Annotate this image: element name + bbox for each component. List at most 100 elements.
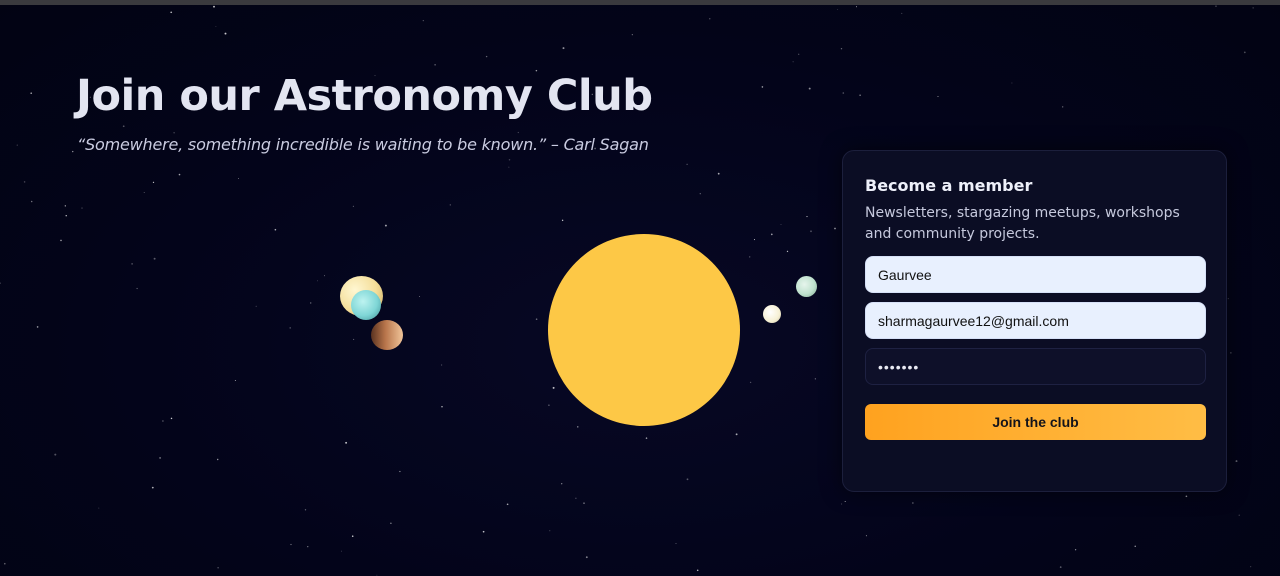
star (1250, 566, 1252, 568)
star (122, 125, 125, 128)
star (159, 456, 162, 459)
star (859, 94, 861, 96)
star (675, 543, 677, 544)
star (696, 569, 699, 572)
solar-system-animation (320, 220, 840, 440)
star (143, 191, 145, 193)
star (274, 228, 277, 231)
star (224, 32, 227, 35)
star (806, 216, 808, 218)
star (1185, 495, 1188, 498)
star (631, 34, 633, 36)
password-input[interactable] (865, 348, 1206, 385)
star (686, 478, 689, 481)
star (699, 193, 701, 195)
sun (548, 234, 740, 426)
star (289, 327, 291, 329)
star (341, 550, 342, 552)
star (213, 5, 215, 8)
star (709, 18, 711, 20)
name-input[interactable] (865, 256, 1206, 293)
star (485, 55, 488, 58)
star (238, 178, 239, 180)
star (64, 205, 66, 207)
star (901, 12, 903, 14)
star (36, 326, 39, 328)
star (508, 158, 511, 161)
email-input[interactable] (865, 302, 1206, 339)
star (844, 500, 846, 503)
star (399, 470, 401, 473)
star (808, 87, 811, 90)
star (562, 47, 565, 50)
star (1059, 566, 1062, 568)
star (65, 215, 67, 217)
star (173, 132, 175, 134)
star (1230, 352, 1232, 354)
star (912, 502, 914, 504)
star (1238, 514, 1240, 516)
star (717, 172, 720, 175)
star (837, 8, 839, 10)
star (170, 11, 173, 14)
planet-pale-green (796, 276, 817, 297)
form-subtitle: Newsletters, stargazing meetups, worksho… (865, 205, 1180, 242)
star (761, 86, 764, 88)
star (855, 6, 858, 8)
star (686, 163, 688, 165)
form-title: Become a member (865, 176, 1033, 195)
planet-cyan (351, 290, 381, 320)
star (30, 200, 33, 203)
planet-white (763, 305, 781, 323)
star (1074, 549, 1077, 551)
star (422, 20, 424, 22)
star (30, 92, 33, 95)
star (1227, 298, 1229, 300)
star (151, 486, 154, 489)
star (1215, 5, 1217, 7)
star (216, 458, 219, 461)
star (1134, 545, 1136, 547)
star (290, 543, 292, 546)
star (153, 257, 156, 260)
star (583, 502, 585, 504)
planet-orange-brown (371, 320, 403, 350)
star (217, 567, 219, 569)
star (1235, 460, 1238, 463)
star (575, 497, 577, 499)
star (98, 507, 100, 509)
star (1062, 106, 1064, 108)
star (351, 535, 354, 537)
star (152, 181, 155, 184)
star (72, 150, 74, 153)
star (234, 379, 236, 382)
star (352, 205, 354, 207)
star (81, 207, 83, 209)
star (865, 535, 867, 537)
star (841, 503, 843, 505)
star (549, 530, 551, 532)
star (215, 25, 217, 27)
star (309, 302, 312, 304)
star (449, 204, 451, 206)
star (16, 144, 18, 146)
star (131, 263, 133, 265)
star (517, 131, 519, 134)
star (23, 181, 26, 183)
star (54, 453, 57, 456)
star (136, 287, 138, 290)
star (390, 522, 392, 525)
join-club-button[interactable]: Join the club (865, 404, 1206, 440)
star (255, 305, 257, 307)
star (345, 441, 348, 444)
star (798, 53, 800, 55)
star (178, 173, 181, 176)
star (376, 574, 378, 576)
star (434, 63, 436, 66)
star (4, 562, 6, 565)
hero-quote: “Somewhere, something incredible is wait… (77, 135, 649, 154)
star (304, 509, 307, 511)
star (937, 96, 939, 97)
star (508, 166, 510, 168)
star (792, 61, 794, 63)
